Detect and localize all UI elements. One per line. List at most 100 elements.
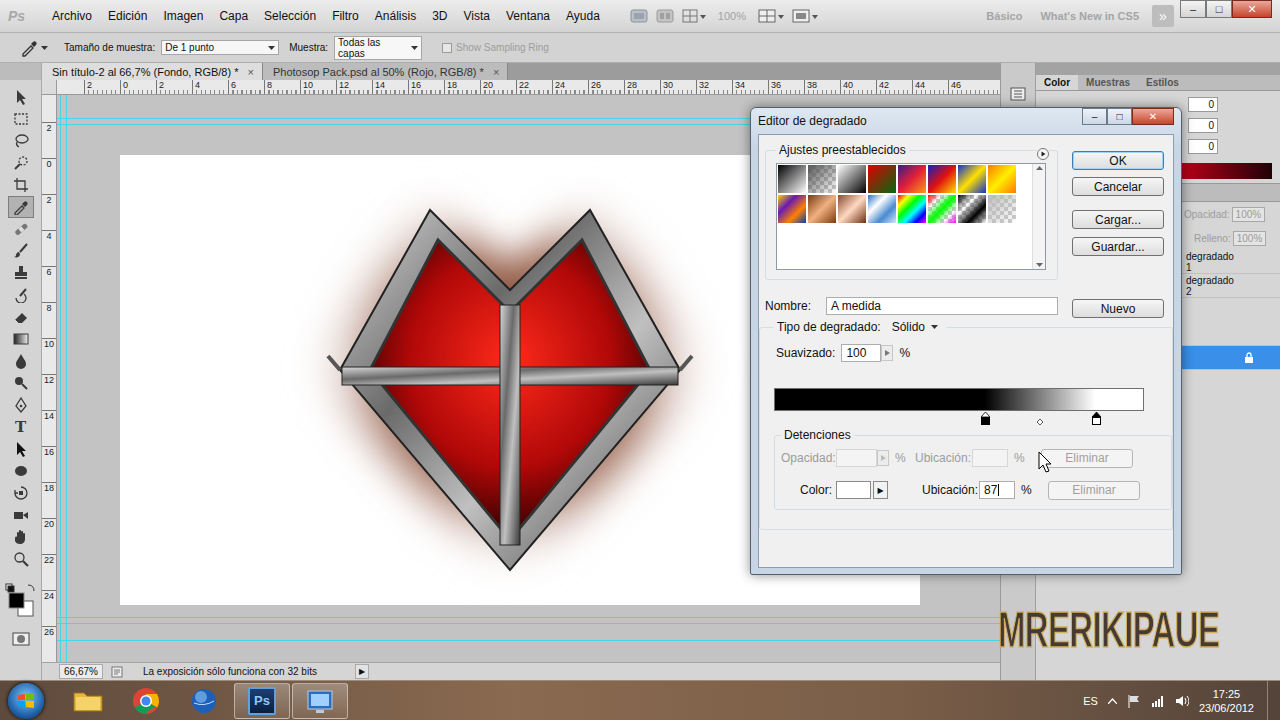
gradient-preset[interactable] bbox=[867, 194, 897, 224]
panel-tab[interactable]: Color bbox=[1036, 75, 1078, 90]
gradient-preset[interactable] bbox=[837, 194, 867, 224]
taskbar-app[interactable] bbox=[60, 683, 116, 719]
menu-item[interactable]: Selección bbox=[256, 9, 324, 23]
tool-button[interactable] bbox=[8, 482, 34, 504]
midpoint-marker[interactable] bbox=[1037, 414, 1043, 420]
more-workspaces-button[interactable]: » bbox=[1152, 5, 1174, 27]
gradient-preset[interactable] bbox=[867, 164, 897, 194]
tool-button[interactable] bbox=[8, 86, 34, 108]
close-button[interactable]: ✕ bbox=[1132, 108, 1174, 125]
screen-mode-icon[interactable] bbox=[792, 8, 818, 24]
panel-tab[interactable]: Muestras bbox=[1078, 75, 1138, 90]
stop-color-swatch[interactable] bbox=[836, 481, 871, 499]
panel-tab[interactable]: Estilos bbox=[1138, 75, 1187, 90]
close-button[interactable]: ✕ bbox=[1232, 0, 1272, 18]
gradient-preset[interactable] bbox=[807, 194, 837, 224]
color-menu-button[interactable]: ▶ bbox=[873, 481, 888, 499]
minimize-button[interactable]: – bbox=[1180, 0, 1206, 18]
gradient-preset[interactable] bbox=[897, 164, 927, 194]
smoothness-field[interactable]: 100 bbox=[841, 344, 893, 362]
tool-button[interactable] bbox=[8, 328, 34, 350]
tool-button[interactable] bbox=[8, 174, 34, 196]
tool-button[interactable] bbox=[8, 350, 34, 372]
gradient-preview[interactable] bbox=[774, 388, 1144, 411]
tool-button[interactable] bbox=[8, 526, 34, 548]
tool-button[interactable] bbox=[8, 218, 34, 240]
document-tab[interactable]: Photosop Pack.psd al 50% (Rojo, RGB/8) *… bbox=[263, 63, 508, 80]
taskbar-app[interactable] bbox=[118, 683, 174, 719]
action-center-flag-icon[interactable] bbox=[1127, 694, 1141, 708]
taskbar-app[interactable]: Ps bbox=[234, 683, 290, 719]
gradient-preset[interactable] bbox=[897, 194, 927, 224]
language-indicator[interactable]: ES bbox=[1083, 695, 1098, 707]
arrange-documents-icon[interactable] bbox=[758, 8, 784, 24]
smoothness-input[interactable]: 100 bbox=[841, 344, 881, 362]
channel-value-field[interactable]: 0 bbox=[1188, 118, 1218, 133]
tool-button[interactable] bbox=[8, 438, 34, 460]
menu-item[interactable]: 3D bbox=[424, 9, 455, 23]
gradient-preset[interactable] bbox=[837, 164, 867, 194]
tool-button[interactable]: T bbox=[8, 416, 34, 438]
presets-menu-button[interactable] bbox=[1037, 148, 1049, 163]
menu-item[interactable]: Edición bbox=[100, 9, 155, 23]
gradient-preset[interactable] bbox=[807, 164, 837, 194]
save-button[interactable]: Guardar... bbox=[1072, 237, 1164, 256]
gradient-preset[interactable] bbox=[987, 164, 1017, 194]
clock[interactable]: 17:2523/06/2012 bbox=[1199, 687, 1254, 715]
tool-preset-picker[interactable] bbox=[20, 39, 48, 57]
menu-item[interactable]: Análisis bbox=[367, 9, 424, 23]
tool-button[interactable] bbox=[8, 196, 34, 218]
gradient-preset[interactable] bbox=[957, 164, 987, 194]
tool-button[interactable] bbox=[8, 504, 34, 526]
cancel-button[interactable]: Cancelar bbox=[1072, 177, 1164, 196]
menu-item[interactable]: Archivo bbox=[44, 9, 100, 23]
zoom-field[interactable]: 66,67% bbox=[59, 664, 103, 679]
gradient-preset[interactable] bbox=[927, 194, 957, 224]
close-tab-button[interactable]: × bbox=[247, 66, 253, 78]
bridge-icon[interactable] bbox=[630, 8, 648, 24]
menu-item[interactable]: Ayuda bbox=[558, 9, 608, 23]
menu-item[interactable]: Vista bbox=[456, 9, 498, 23]
tool-button[interactable] bbox=[8, 372, 34, 394]
sample-select[interactable]: Todas las capas bbox=[334, 36, 422, 60]
tool-button[interactable] bbox=[8, 108, 34, 130]
load-button[interactable]: Cargar... bbox=[1072, 210, 1164, 229]
stop-location-input[interactable]: 87 bbox=[979, 481, 1015, 499]
volume-icon[interactable] bbox=[1175, 694, 1189, 708]
new-button[interactable]: Nuevo bbox=[1072, 299, 1164, 318]
name-field[interactable]: A medida bbox=[826, 297, 1058, 315]
close-tab-button[interactable]: × bbox=[493, 66, 499, 78]
ok-button[interactable]: OK bbox=[1072, 151, 1164, 170]
gradient-preset[interactable] bbox=[987, 194, 1017, 224]
maximize-button[interactable]: □ bbox=[1107, 108, 1132, 125]
tool-button[interactable] bbox=[8, 394, 34, 416]
tool-button[interactable] bbox=[8, 460, 34, 482]
show-hidden-icons-icon[interactable] bbox=[1108, 698, 1117, 704]
gradient-preset[interactable] bbox=[927, 164, 957, 194]
workspace-button[interactable]: What's New in CS5 bbox=[1031, 10, 1148, 22]
history-icon[interactable] bbox=[1010, 87, 1026, 101]
menu-item[interactable]: Ventana bbox=[498, 9, 558, 23]
tool-button[interactable] bbox=[8, 240, 34, 262]
status-menu-button[interactable]: ▶ bbox=[355, 664, 369, 679]
color-stop[interactable] bbox=[1091, 412, 1102, 425]
gradient-preset[interactable] bbox=[957, 194, 987, 224]
menu-item[interactable]: Filtro bbox=[324, 9, 367, 23]
tool-button[interactable] bbox=[8, 548, 34, 570]
smoothness-spinner[interactable] bbox=[881, 345, 893, 361]
minimize-button[interactable]: – bbox=[1082, 108, 1107, 125]
tool-button[interactable] bbox=[8, 284, 34, 306]
menu-item[interactable]: Capa bbox=[211, 9, 256, 23]
gradient-type-select[interactable]: Sólido bbox=[887, 318, 943, 336]
show-desktop-button[interactable] bbox=[1267, 681, 1280, 720]
fill-field[interactable]: 100% bbox=[1233, 231, 1267, 246]
document-tab[interactable]: Sin título-2 al 66,7% (Fondo, RGB/8) *× bbox=[42, 63, 263, 80]
network-icon[interactable] bbox=[1151, 694, 1165, 708]
quick-mask-icon[interactable] bbox=[12, 632, 30, 646]
gradient-preset[interactable] bbox=[777, 164, 807, 194]
mini-bridge-icon[interactable] bbox=[656, 8, 674, 24]
channel-value-field[interactable]: 0 bbox=[1188, 139, 1218, 154]
workspace-button[interactable]: Básico bbox=[977, 10, 1031, 22]
sample-size-select[interactable]: De 1 punto bbox=[161, 40, 279, 55]
zoom-level[interactable]: 100% bbox=[714, 10, 750, 22]
